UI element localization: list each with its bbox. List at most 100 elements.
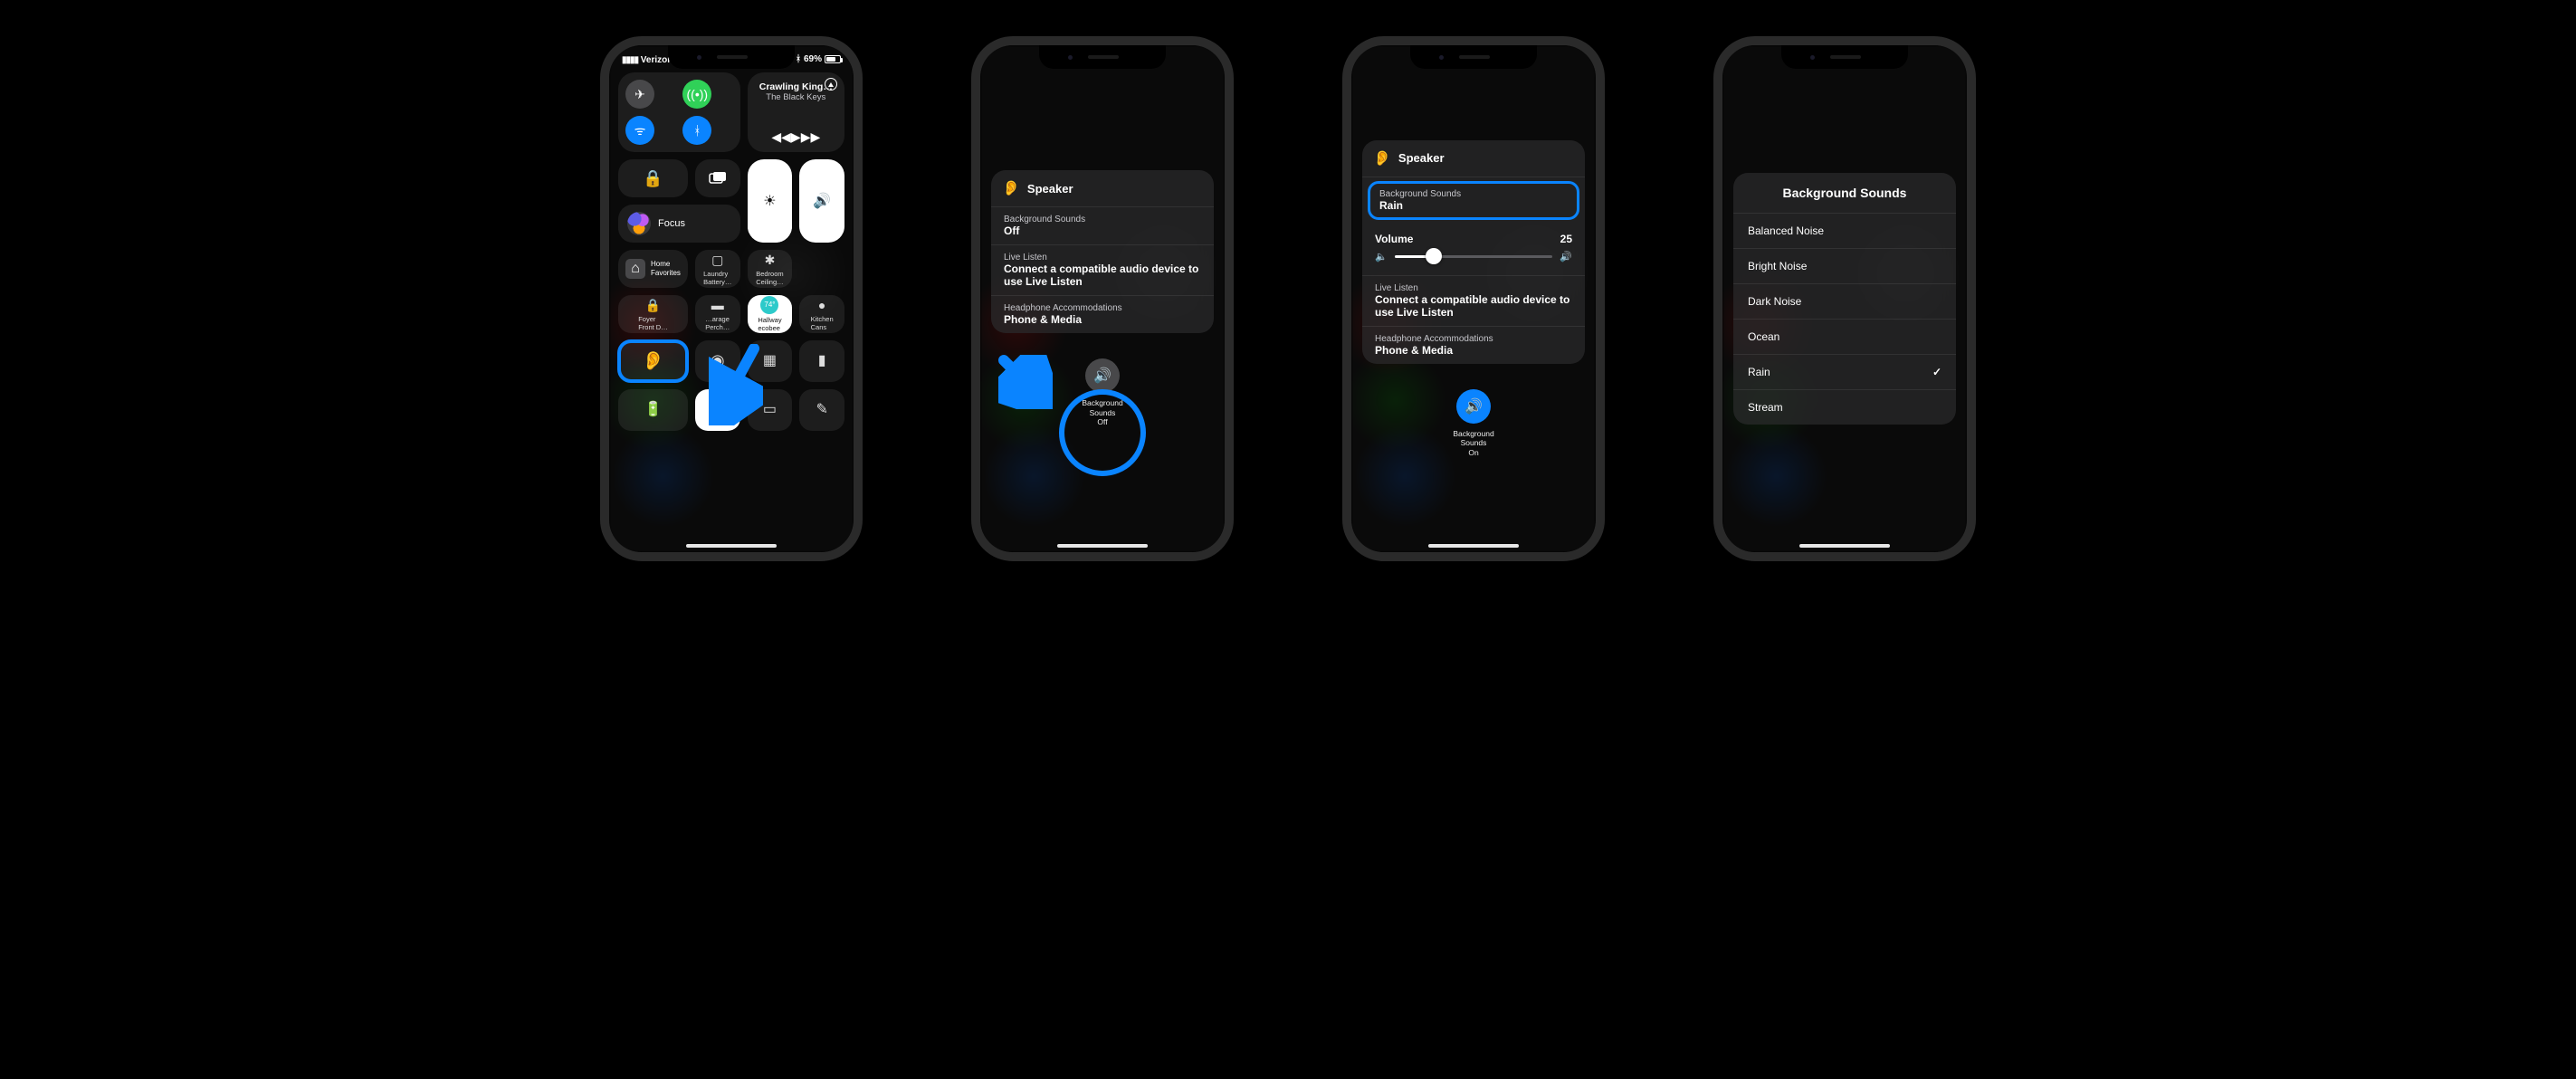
calculator-tile[interactable]: ▦ xyxy=(748,340,793,382)
connectivity-tile[interactable]: ✈ ((•)) ᯤ ᚼ xyxy=(618,72,740,152)
wifi-toggle[interactable]: ᯤ xyxy=(625,116,654,145)
bluetooth-status-icon: ᚼ xyxy=(796,54,801,64)
hearing-panel: 👂 Speaker Background Sounds Off Live Lis… xyxy=(991,170,1214,333)
sound-option-label: Rain xyxy=(1748,366,1770,378)
battery-icon xyxy=(825,55,841,63)
bluetooth-icon: ᚼ xyxy=(693,123,701,138)
sound-option-stream[interactable]: Stream xyxy=(1733,390,1956,425)
live-listen-row[interactable]: Live Listen Connect a compatible audio d… xyxy=(991,245,1214,296)
sound-option-ocean[interactable]: Ocean xyxy=(1733,320,1956,355)
background-sounds-button[interactable]: 🔊 BackgroundSoundsOn xyxy=(1453,389,1493,458)
focus-label: Focus xyxy=(658,218,685,229)
sound-option-bright-noise[interactable]: Bright Noise xyxy=(1733,249,1956,284)
calculator-icon: ▦ xyxy=(763,352,777,369)
volume-max-icon: 🔊 xyxy=(1560,251,1572,263)
brightness-icon: ☀ xyxy=(763,192,776,210)
headphone-acc-row[interactable]: Headphone Accommodations Phone & Media xyxy=(991,296,1214,333)
sound-option-dark-noise[interactable]: Dark Noise xyxy=(1733,284,1956,320)
home-favorites-tile[interactable]: ⌂ HomeFavorites xyxy=(618,250,688,288)
wallet-tile[interactable]: ▭ xyxy=(748,389,793,431)
wifi-icon: ᯤ xyxy=(634,122,646,139)
sound-option-label: Bright Noise xyxy=(1748,260,1807,272)
dark-mode-tile[interactable]: ◐ xyxy=(695,389,740,431)
headphone-acc-value: Phone & Media xyxy=(1375,344,1572,357)
sound-option-label: Stream xyxy=(1748,401,1783,414)
cell-signal-icon: ▮▮▮▮ xyxy=(622,55,638,65)
hearing-header: 👂 Speaker xyxy=(991,170,1214,207)
battery-icon: 🔋 xyxy=(644,401,662,418)
bg-button-label: BackgroundSoundsOff xyxy=(1082,398,1122,427)
live-listen-label: Live Listen xyxy=(1004,253,1201,263)
ear-icon: 👂 xyxy=(1373,149,1391,167)
phone-hearing-on: 👂 Speaker Background Sounds Rain Volume2… xyxy=(1342,36,1605,561)
speaker-icon: 🔊 xyxy=(1456,389,1491,424)
phone-hearing-off: 👂 Speaker Background Sounds Off Live Lis… xyxy=(971,36,1234,561)
bg-sounds-label: Background Sounds xyxy=(1004,215,1201,224)
bg-sounds-label: Background Sounds xyxy=(1379,189,1568,199)
output-label: Speaker xyxy=(1027,182,1073,196)
garage-tile[interactable]: ▬…aragePerch… xyxy=(695,295,740,333)
bluetooth-toggle[interactable]: ᚼ xyxy=(682,116,711,145)
volume-row: Volume 25 🔈 🔊 xyxy=(1362,224,1585,276)
brightness-slider[interactable]: ☀ xyxy=(748,159,793,243)
focus-icon xyxy=(627,212,651,235)
kitchen-tile[interactable]: ●KitchenCans xyxy=(799,295,844,333)
screen-record-tile[interactable]: ◉ xyxy=(695,340,740,382)
checkmark-icon: ✓ xyxy=(1932,366,1942,378)
volume-value: 25 xyxy=(1560,233,1572,245)
focus-tile[interactable]: Focus xyxy=(618,205,740,243)
home-indicator[interactable] xyxy=(1057,544,1148,548)
notes-tile[interactable]: ✎ xyxy=(799,389,844,431)
notch xyxy=(668,45,795,69)
sound-option-balanced-noise[interactable]: Balanced Noise xyxy=(1733,214,1956,249)
background-sounds-row[interactable]: Background Sounds Off xyxy=(991,207,1214,245)
play-button[interactable]: ▶ xyxy=(791,129,801,145)
home-indicator[interactable] xyxy=(1428,544,1519,548)
dark-mode-icon: ◐ xyxy=(712,400,722,420)
airplane-icon: ✈ xyxy=(634,87,645,102)
ear-icon: 👂 xyxy=(1002,179,1020,197)
bg-button-label: BackgroundSoundsOn xyxy=(1453,429,1493,458)
background-sounds-row[interactable]: Background Sounds Rain xyxy=(1368,181,1579,220)
remote-icon: ▮ xyxy=(818,352,826,369)
background-sounds-button[interactable]: 🔊 BackgroundSoundsOff xyxy=(1082,358,1122,427)
phone-sound-picker: Background Sounds Balanced NoiseBright N… xyxy=(1713,36,1976,561)
foyer-tile[interactable]: 🔒FoyerFront D… xyxy=(618,295,688,333)
laundry-tile[interactable]: ▢LaundryBattery… xyxy=(695,250,740,288)
low-power-tile[interactable]: 🔋 xyxy=(618,389,688,431)
volume-min-icon: 🔈 xyxy=(1375,251,1388,263)
phone-control-center: ▮▮▮▮ Verizon ᯤ ➤ ᚼ 69% ✈ ((•)) ᯤ ᚼ Crawl… xyxy=(600,36,863,561)
home-indicator[interactable] xyxy=(1799,544,1890,548)
cellular-toggle[interactable]: ((•)) xyxy=(682,80,711,109)
headphone-acc-row[interactable]: Headphone Accommodations Phone & Media xyxy=(1362,327,1585,364)
hearing-tile[interactable]: 👂 xyxy=(618,340,688,382)
volume-icon: 🔊 xyxy=(813,192,831,210)
screen-mirroring-tile[interactable] xyxy=(695,159,740,197)
home-tile-l1: Home xyxy=(651,260,681,269)
media-tile[interactable]: Crawling King… The Black Keys ◀◀ ▶ ▶▶ xyxy=(748,72,844,152)
volume-thumb[interactable] xyxy=(1426,248,1442,264)
headphone-acc-label: Headphone Accommodations xyxy=(1375,334,1572,344)
antenna-icon: ((•)) xyxy=(687,87,709,101)
hearing-panel: 👂 Speaker Background Sounds Rain Volume2… xyxy=(1362,140,1585,364)
volume-label: Volume xyxy=(1375,233,1413,245)
next-track-button[interactable]: ▶▶ xyxy=(801,129,821,145)
sound-option-rain[interactable]: Rain ✓ xyxy=(1733,355,1956,390)
home-indicator[interactable] xyxy=(686,544,777,548)
notes-icon: ✎ xyxy=(816,401,827,418)
airplane-toggle[interactable]: ✈ xyxy=(625,80,654,109)
sound-option-label: Dark Noise xyxy=(1748,295,1801,308)
volume-slider[interactable]: 🔈 🔊 xyxy=(1375,251,1572,263)
bedroom-tile[interactable]: ✱BedroomCeiling… xyxy=(748,250,793,288)
record-icon: ◉ xyxy=(711,351,725,371)
orientation-lock-tile[interactable]: 🔒 xyxy=(618,159,688,197)
live-listen-row[interactable]: Live Listen Connect a compatible audio d… xyxy=(1362,276,1585,327)
volume-slider[interactable]: 🔊 xyxy=(799,159,844,243)
screen-mirroring-icon xyxy=(709,171,727,186)
prev-track-button[interactable]: ◀◀ xyxy=(771,129,791,145)
bg-sounds-value: Rain xyxy=(1379,199,1568,212)
airplay-icon[interactable] xyxy=(825,78,837,91)
home-icon: ⌂ xyxy=(625,259,645,279)
hallway-tile[interactable]: 74°Hallwayecobee xyxy=(748,295,793,333)
tv-remote-tile[interactable]: ▮ xyxy=(799,340,844,382)
